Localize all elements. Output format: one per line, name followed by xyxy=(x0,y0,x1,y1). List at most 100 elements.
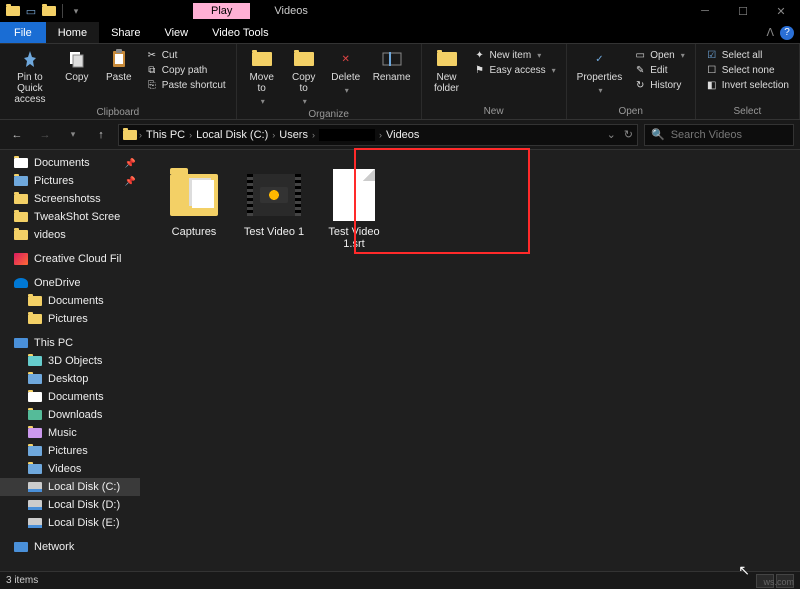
up-button[interactable]: ↑ xyxy=(90,124,112,146)
item-count: 3 items xyxy=(6,575,38,586)
select-all-icon: ☑ xyxy=(706,49,718,61)
sidebar-item-onedrive[interactable]: OneDrive xyxy=(0,274,140,292)
select-all-button[interactable]: ☑Select all xyxy=(702,48,793,62)
file-pane[interactable]: Captures Test Video 1 Test Video 1.srt xyxy=(140,150,800,571)
collapse-ribbon-icon[interactable]: ᐱ xyxy=(766,26,774,39)
tab-video-tools[interactable]: Video Tools xyxy=(200,22,280,43)
properties-button[interactable]: ✓Properties▾ xyxy=(573,46,627,98)
copy-button[interactable]: Copy xyxy=(58,46,96,85)
file-captures[interactable]: Captures xyxy=(154,164,234,242)
crumb-videos[interactable]: Videos xyxy=(384,129,421,141)
context-tab-play[interactable]: Play xyxy=(193,3,250,19)
crumb-user-redacted[interactable] xyxy=(317,129,377,141)
sidebar-item-pictures-pc[interactable]: Pictures xyxy=(0,442,140,460)
sidebar-item-videos-pc[interactable]: Videos xyxy=(0,460,140,478)
copy-path-button[interactable]: ⧉Copy path xyxy=(142,63,230,77)
tab-file[interactable]: File xyxy=(0,22,46,43)
edit-button[interactable]: ✎Edit xyxy=(630,63,688,77)
cut-icon: ✂ xyxy=(146,49,158,61)
help-icon[interactable]: ? xyxy=(780,26,794,40)
onedrive-icon xyxy=(14,278,28,288)
sidebar-item-documents-pc[interactable]: Documents xyxy=(0,388,140,406)
ribbon-tabs: File Home Share View Video Tools ᐱ ? xyxy=(0,22,800,44)
address-bar[interactable]: › This PC› Local Disk (C:)› Users› › Vid… xyxy=(118,124,638,146)
file-icon xyxy=(333,169,375,221)
rename-button[interactable]: Rename xyxy=(369,46,415,85)
sidebar-item-od-documents[interactable]: Documents xyxy=(0,292,140,310)
sidebar-item-downloads[interactable]: Downloads xyxy=(0,406,140,424)
search-input[interactable]: 🔍 Search Videos xyxy=(644,124,794,146)
back-button[interactable]: ← xyxy=(6,124,28,146)
maximize-button[interactable]: ☐ xyxy=(724,0,762,22)
crumb-users[interactable]: Users xyxy=(277,129,310,141)
qat-properties-icon[interactable]: ▭ xyxy=(24,4,38,18)
rename-icon xyxy=(381,48,403,70)
address-bar-row: ← → ▾ ↑ › This PC› Local Disk (C:)› User… xyxy=(0,120,800,150)
open-icon: ▭ xyxy=(634,49,646,61)
sidebar-item-local-disk-c[interactable]: Local Disk (C:) xyxy=(0,478,140,496)
crumb-this-pc[interactable]: This PC xyxy=(144,129,187,141)
folder-icon xyxy=(170,174,218,216)
copy-path-icon: ⧉ xyxy=(146,64,158,76)
easy-access-button[interactable]: ⚑Easy access▾ xyxy=(470,63,560,77)
chevron-right-icon[interactable]: › xyxy=(139,130,142,140)
file-test-video-1-srt[interactable]: Test Video 1.srt xyxy=(314,164,394,254)
sidebar-item-pictures[interactable]: Pictures📌 xyxy=(0,172,140,190)
cut-button[interactable]: ✂Cut xyxy=(142,48,230,62)
qat-newfolder-icon[interactable] xyxy=(42,4,56,18)
pin-icon: 📌 xyxy=(125,158,136,169)
tab-share[interactable]: Share xyxy=(99,22,152,43)
properties-icon: ✓ xyxy=(588,48,610,70)
copy-to-button[interactable]: Copy to▾ xyxy=(285,46,323,109)
ribbon: Pin to Quick access Copy Paste ✂Cut ⧉Cop… xyxy=(0,44,800,120)
delete-button[interactable]: ✕Delete▾ xyxy=(327,46,365,98)
select-none-button[interactable]: ☐Select none xyxy=(702,63,793,77)
folder-icon xyxy=(28,410,42,420)
sidebar-item-videos-qa[interactable]: videos xyxy=(0,226,140,244)
sidebar-item-od-pictures[interactable]: Pictures xyxy=(0,310,140,328)
tab-view[interactable]: View xyxy=(152,22,200,43)
folder-icon xyxy=(28,464,42,474)
paste-shortcut-button[interactable]: ⎘Paste shortcut xyxy=(142,78,230,92)
invert-selection-button[interactable]: ◧Invert selection xyxy=(702,78,793,92)
sidebar-item-creative-cloud[interactable]: Creative Cloud Fil xyxy=(0,250,140,268)
paste-button[interactable]: Paste xyxy=(100,46,138,85)
crumb-local-disk-c[interactable]: Local Disk (C:) xyxy=(194,129,270,141)
sidebar-item-desktop[interactable]: Desktop xyxy=(0,370,140,388)
move-to-button[interactable]: Move to▾ xyxy=(243,46,281,109)
open-button[interactable]: ▭Open▾ xyxy=(630,48,688,62)
recent-locations-button[interactable]: ▾ xyxy=(62,124,84,146)
close-button[interactable]: ✕ xyxy=(762,0,800,22)
sidebar-item-local-disk-e[interactable]: Local Disk (E:) xyxy=(0,514,140,532)
window-title: Videos xyxy=(274,5,307,17)
folder-icon xyxy=(14,194,28,204)
qat-customize-icon[interactable]: ▾ xyxy=(69,4,83,18)
sidebar-item-local-disk-d[interactable]: Local Disk (D:) xyxy=(0,496,140,514)
sidebar-item-tweakshot[interactable]: TweakShot Scree xyxy=(0,208,140,226)
pin-to-quick-access-button[interactable]: Pin to Quick access xyxy=(6,46,54,107)
folder-icon xyxy=(28,314,42,324)
delete-icon: ✕ xyxy=(335,48,357,70)
sidebar-item-music[interactable]: Music xyxy=(0,424,140,442)
search-placeholder: Search Videos xyxy=(671,129,742,141)
minimize-button[interactable]: ─ xyxy=(686,0,724,22)
new-folder-button[interactable]: New folder xyxy=(428,46,466,96)
document-icon xyxy=(14,158,28,168)
new-item-button[interactable]: ✦New item▾ xyxy=(470,48,560,62)
file-test-video-1[interactable]: Test Video 1 xyxy=(234,164,314,242)
forward-button[interactable]: → xyxy=(34,124,56,146)
sidebar-item-3d-objects[interactable]: 3D Objects xyxy=(0,352,140,370)
folder-icon xyxy=(14,230,28,240)
folder-icon xyxy=(28,428,42,438)
sidebar-item-screenshots[interactable]: Screenshotss xyxy=(0,190,140,208)
refresh-icon[interactable]: ↻ xyxy=(624,128,633,141)
dropdown-icon[interactable]: ⌄ xyxy=(607,128,616,141)
history-button[interactable]: ↻History xyxy=(630,78,688,92)
file-label: Test Video 1.srt xyxy=(318,226,390,250)
sidebar-item-network[interactable]: Network xyxy=(0,538,140,556)
new-item-icon: ✦ xyxy=(474,49,486,61)
sidebar-item-this-pc[interactable]: This PC xyxy=(0,334,140,352)
new-folder-icon xyxy=(436,48,458,70)
sidebar-item-documents[interactable]: Documents📌 xyxy=(0,154,140,172)
tab-home[interactable]: Home xyxy=(46,22,99,43)
